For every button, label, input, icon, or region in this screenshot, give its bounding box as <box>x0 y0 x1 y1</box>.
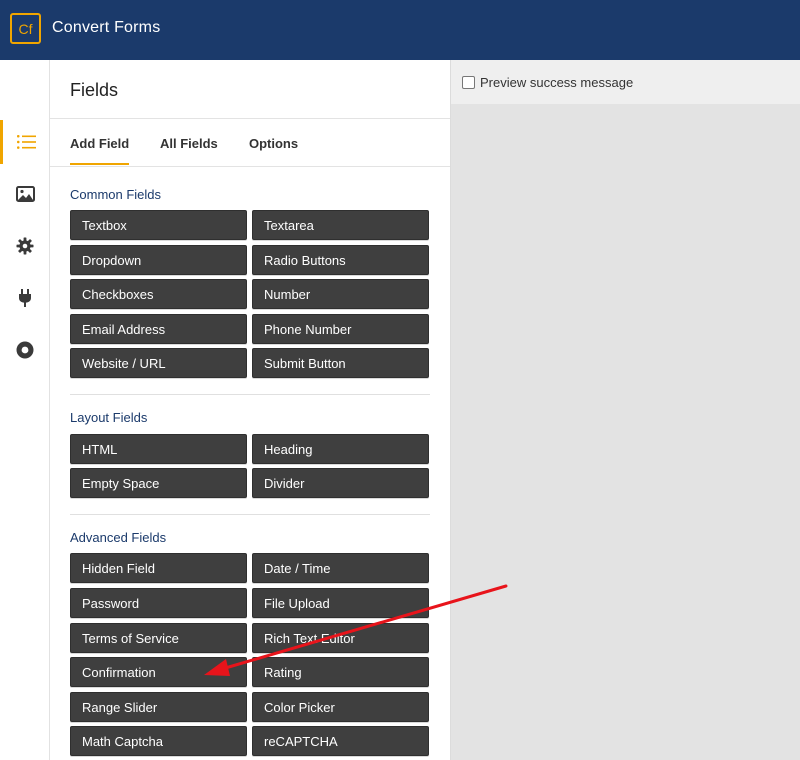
field-button-confirmation[interactable]: Confirmation <box>70 657 247 687</box>
tab-add-field[interactable]: Add Field <box>70 136 130 165</box>
sidebar-item-settings[interactable] <box>0 224 50 268</box>
sidebar-item-integrations[interactable] <box>0 276 50 320</box>
field-button-password[interactable]: Password <box>70 588 247 618</box>
field-button-range-slider[interactable]: Range Slider <box>70 692 247 722</box>
preview-toolbar: Preview success message <box>451 60 800 104</box>
gear-icon <box>16 237 34 255</box>
field-button-divider[interactable]: Divider <box>252 468 429 498</box>
app-logo: Cf <box>10 13 41 44</box>
field-button-phone-number[interactable]: Phone Number <box>252 314 429 344</box>
section-title-common: Common Fields <box>70 187 162 202</box>
sidebar-item-behavior[interactable] <box>0 328 50 372</box>
field-button-textarea[interactable]: Textarea <box>252 210 429 240</box>
image-icon <box>15 186 35 202</box>
field-button-file-upload[interactable]: File Upload <box>252 588 429 618</box>
field-button-submit-button[interactable]: Submit Button <box>252 348 429 378</box>
field-button-heading[interactable]: Heading <box>252 434 429 464</box>
field-button-empty-space[interactable]: Empty Space <box>70 468 247 498</box>
fields-panel: Fields Add Field All Fields Options Comm… <box>50 60 451 760</box>
field-button-textbox[interactable]: Textbox <box>70 210 247 240</box>
panel-title-divider <box>50 118 450 119</box>
plug-icon <box>19 289 31 307</box>
top-bar: Cf Convert Forms <box>0 0 800 60</box>
field-button-website-url[interactable]: Website / URL <box>70 348 247 378</box>
field-button-radio-buttons[interactable]: Radio Buttons <box>252 245 429 275</box>
field-button-number[interactable]: Number <box>252 279 429 309</box>
section-title-layout: Layout Fields <box>70 410 148 425</box>
sidebar-item-fields[interactable] <box>0 120 50 164</box>
record-icon <box>16 341 34 359</box>
list-icon <box>16 135 36 149</box>
field-button-recaptcha[interactable]: reCAPTCHA <box>252 726 429 756</box>
field-button-date-time[interactable]: Date / Time <box>252 553 429 583</box>
field-button-hidden-field[interactable]: Hidden Field <box>70 553 247 583</box>
section-divider <box>70 394 430 395</box>
field-button-dropdown[interactable]: Dropdown <box>70 245 247 275</box>
preview-success-label[interactable]: Preview success message <box>480 75 633 90</box>
field-button-rating[interactable]: Rating <box>252 657 429 687</box>
section-title-advanced: Advanced Fields <box>70 530 167 545</box>
tab-options[interactable]: Options <box>249 136 298 151</box>
field-button-html[interactable]: HTML <box>70 434 247 464</box>
panel-title: Fields <box>70 80 119 100</box>
field-button-terms-of-service[interactable]: Terms of Service <box>70 623 247 653</box>
form-preview-area: Preview success message <box>451 60 800 760</box>
icon-sidebar <box>0 60 50 760</box>
field-button-rich-text-editor[interactable]: Rich Text Editor <box>252 623 429 653</box>
field-button-color-picker[interactable]: Color Picker <box>252 692 429 722</box>
sidebar-item-design[interactable] <box>0 172 50 216</box>
field-button-email-address[interactable]: Email Address <box>70 314 247 344</box>
field-button-math-captcha[interactable]: Math Captcha <box>70 726 247 756</box>
app-title: Convert Forms <box>52 19 161 36</box>
field-button-checkboxes[interactable]: Checkboxes <box>70 279 247 309</box>
tab-all-fields[interactable]: All Fields <box>160 136 218 151</box>
preview-success-checkbox[interactable] <box>462 76 475 89</box>
logo-text: Cf <box>18 20 33 37</box>
section-divider <box>70 514 430 515</box>
tabs-divider <box>50 166 450 167</box>
